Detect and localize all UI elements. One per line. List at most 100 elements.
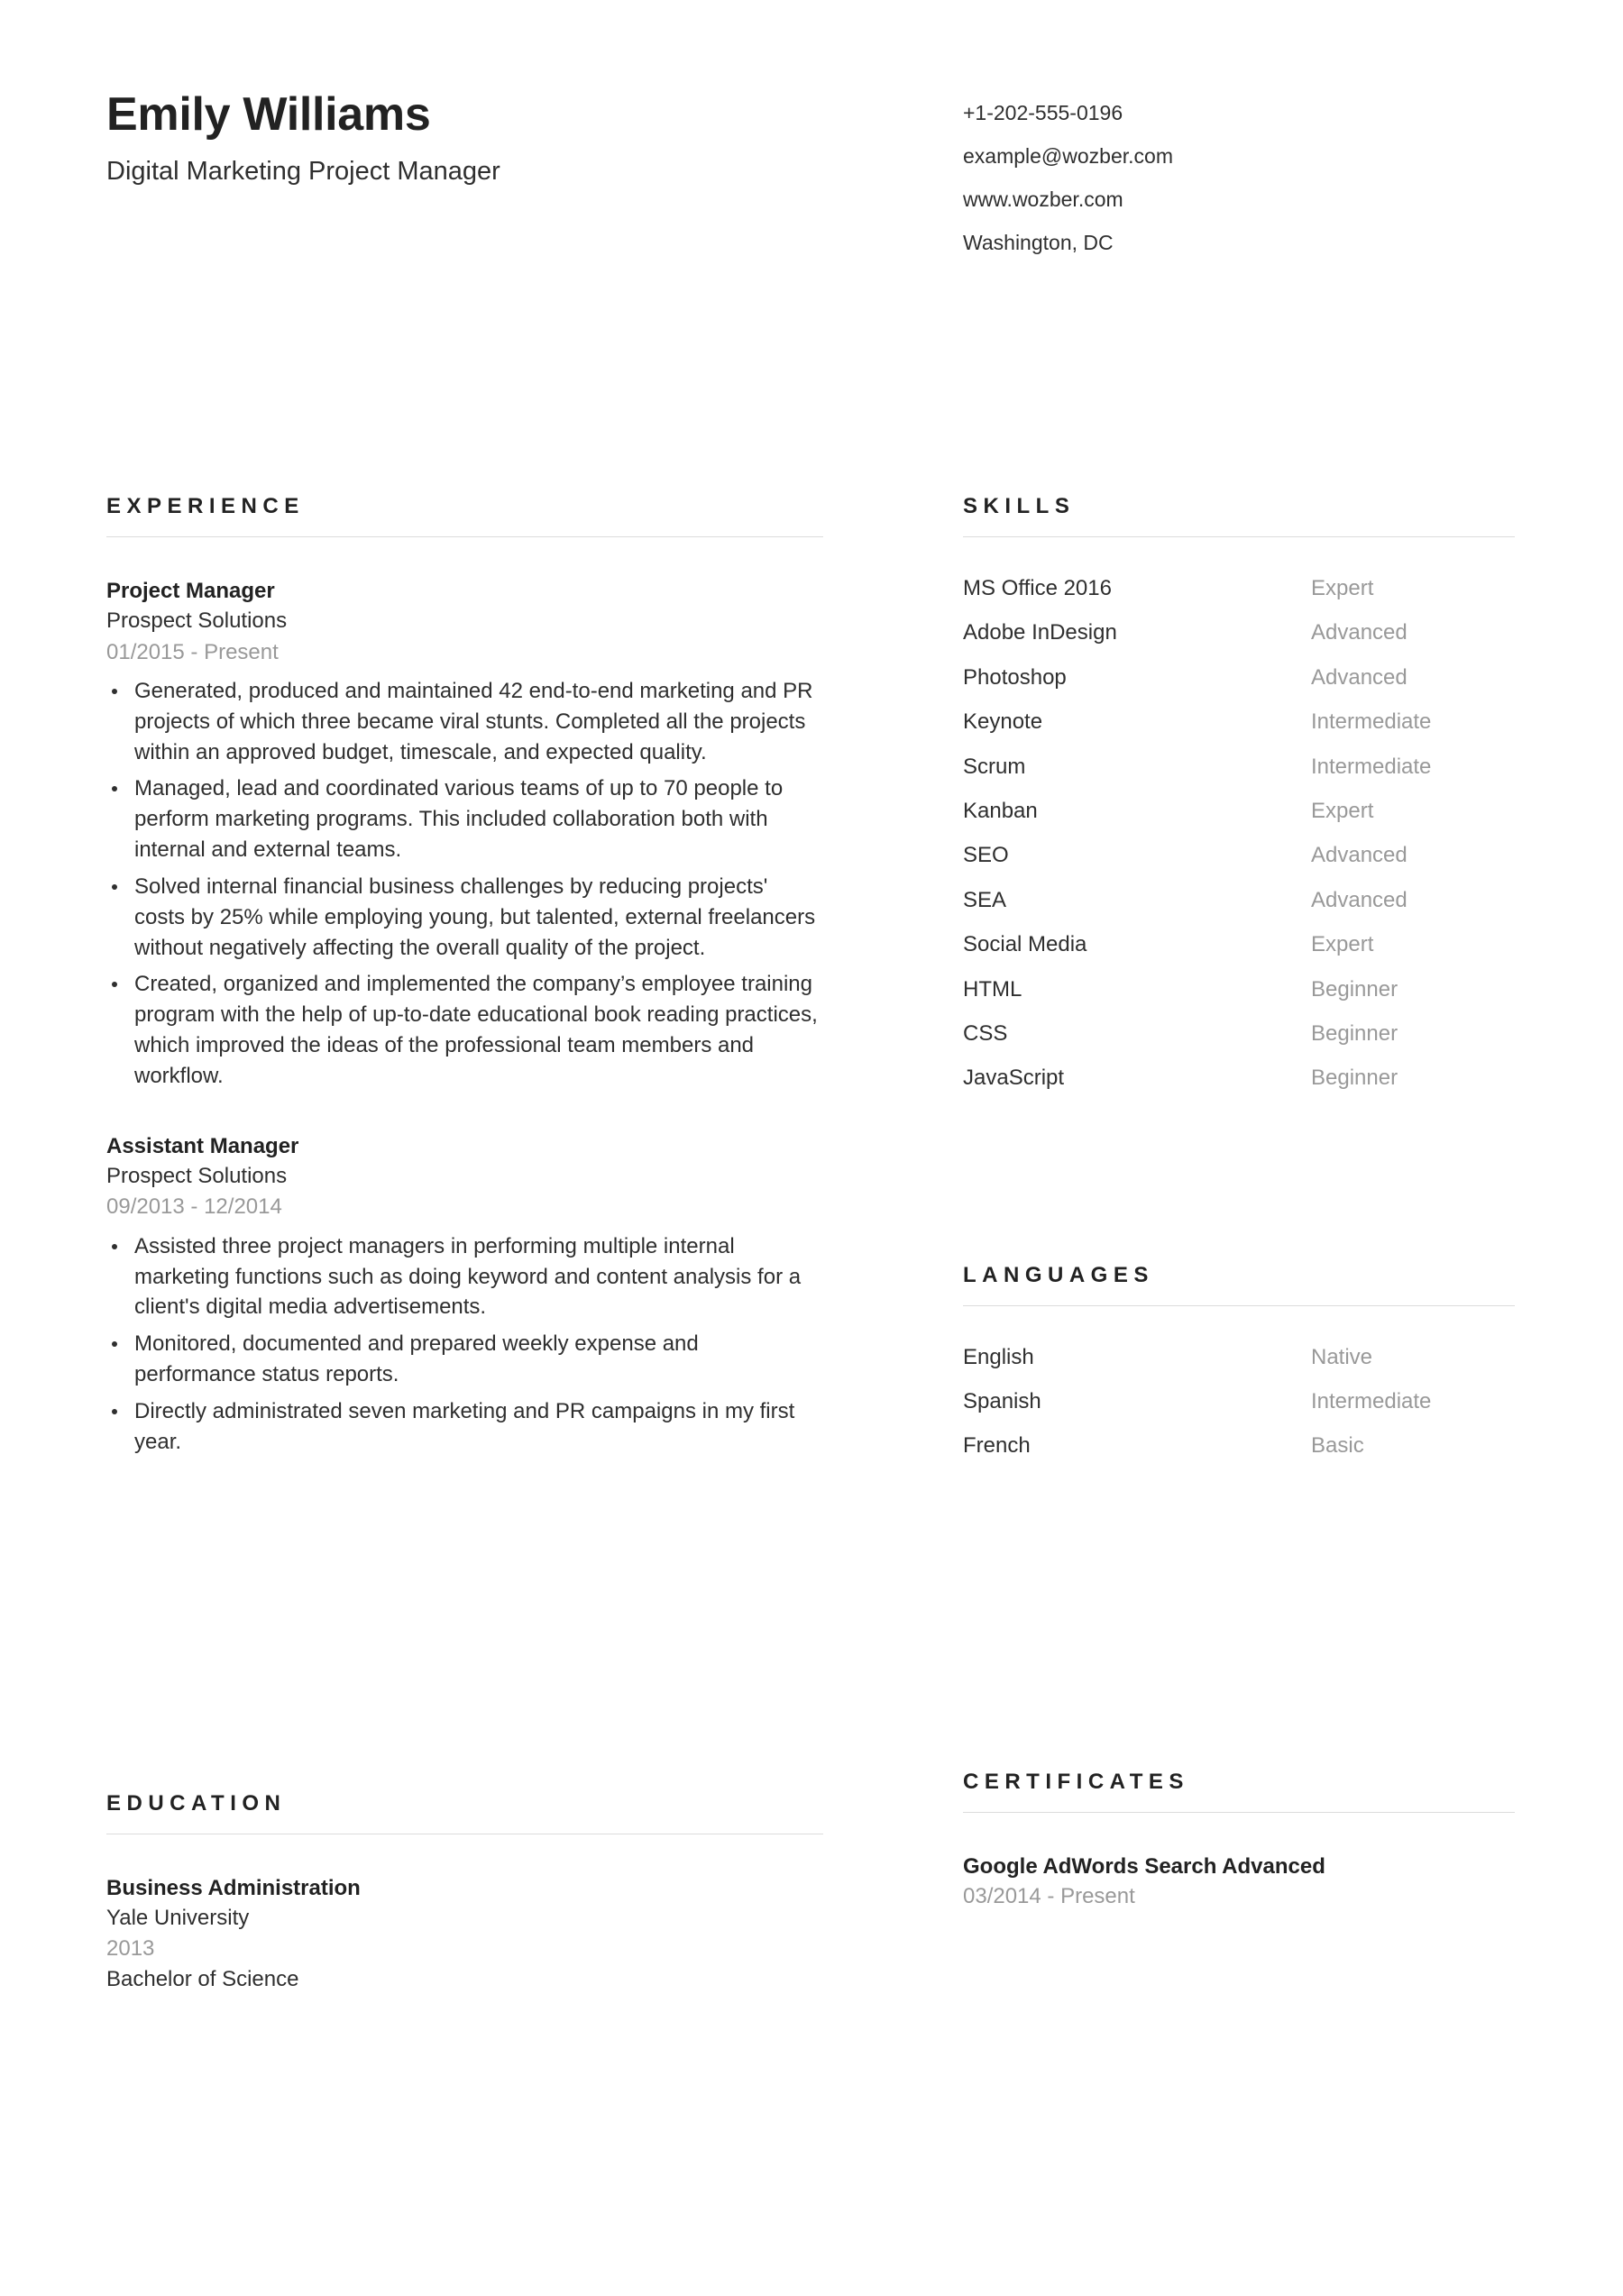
skills-list: MS Office 2016 Expert Adobe InDesign Adv… bbox=[963, 537, 1515, 1091]
experience-section: EXPERIENCE Project Manager Prospect Solu… bbox=[106, 496, 823, 1458]
skill-name: Photoshop bbox=[963, 664, 1067, 690]
skill-name: Keynote bbox=[963, 709, 1043, 735]
experience-bullet: Directly administrated seven marketing a… bbox=[106, 1396, 823, 1458]
experience-bullet: Solved internal financial business chall… bbox=[106, 872, 823, 963]
experience-bullet: Assisted three project managers in perfo… bbox=[106, 1231, 823, 1322]
certificates-list: Google AdWords Search Advanced 03/2014 -… bbox=[963, 1813, 1515, 1912]
languages-section-title: LANGUAGES bbox=[963, 1262, 1154, 1287]
experience-entry: Project Manager Prospect Solutions 01/20… bbox=[106, 577, 823, 1092]
identity-block: Emily Williams Digital Marketing Project… bbox=[106, 88, 963, 188]
skill-row: Photoshop Advanced bbox=[963, 664, 1515, 690]
experience-section-title: EXPERIENCE bbox=[106, 494, 305, 518]
skill-row: SEO Advanced bbox=[963, 843, 1515, 868]
education-entries: Business Administration Yale University … bbox=[106, 1834, 823, 1995]
experience-bullet: Managed, lead and coordinated various te… bbox=[106, 773, 823, 864]
skill-name: Kanban bbox=[963, 798, 1038, 823]
skill-name: Adobe InDesign bbox=[963, 620, 1117, 645]
skill-level: Beginner bbox=[1311, 1066, 1398, 1091]
education-entry: Business Administration Yale University … bbox=[106, 1874, 823, 1995]
contact-website: www.wozber.com bbox=[963, 188, 1123, 211]
skill-row: SEA Advanced bbox=[963, 887, 1515, 912]
experience-bullet: Monitored, documented and prepared weekl… bbox=[106, 1329, 823, 1390]
skill-name: MS Office 2016 bbox=[963, 576, 1112, 600]
language-name: French bbox=[963, 1433, 1031, 1459]
experience-role: Project Manager bbox=[106, 579, 275, 603]
language-level: Intermediate bbox=[1311, 1389, 1432, 1414]
education-year: 2013 bbox=[106, 1936, 155, 1962]
language-row: French Basic bbox=[963, 1433, 1515, 1459]
experience-organization: Prospect Solutions bbox=[106, 608, 288, 634]
skills-section-title: SKILLS bbox=[963, 494, 1076, 518]
education-award: Bachelor of Science bbox=[106, 1967, 299, 1992]
skill-row: JavaScript Beginner bbox=[963, 1066, 1515, 1090]
experience-bullet-list: Assisted three project managers in perfo… bbox=[106, 1231, 823, 1458]
resume-header: Emily Williams Digital Marketing Project… bbox=[0, 0, 1623, 253]
experience-entry: Assistant Manager Prospect Solutions 09/… bbox=[106, 1132, 823, 1458]
skill-level: Advanced bbox=[1311, 843, 1408, 868]
skill-level: Intermediate bbox=[1311, 709, 1432, 735]
skill-name: CSS bbox=[963, 1020, 1008, 1046]
language-row: English Native bbox=[963, 1344, 1515, 1369]
education-school: Yale University bbox=[106, 1905, 250, 1930]
certificates-section: CERTIFICATES Google AdWords Search Advan… bbox=[963, 1769, 1515, 1912]
candidate-job-title: Digital Marketing Project Manager bbox=[106, 157, 500, 187]
certificate-entry: Google AdWords Search Advanced 03/2014 -… bbox=[963, 1852, 1515, 1912]
languages-list: English Native Spanish Intermediate Fren… bbox=[963, 1306, 1515, 1459]
skill-row: Scrum Intermediate bbox=[963, 755, 1515, 779]
education-section-title: EDUCATION bbox=[106, 1790, 287, 1816]
content-columns: EXPERIENCE Project Manager Prospect Solu… bbox=[0, 496, 1623, 1995]
language-level: Basic bbox=[1311, 1433, 1364, 1459]
skill-name: JavaScript bbox=[963, 1066, 1065, 1091]
experience-entries: Project Manager Prospect Solutions 01/20… bbox=[106, 537, 823, 1458]
skill-level: Intermediate bbox=[1311, 754, 1432, 779]
skill-level: Advanced bbox=[1311, 887, 1408, 912]
language-name: Spanish bbox=[963, 1389, 1041, 1414]
right-column: SKILLS MS Office 2016 Expert Adobe InDes… bbox=[963, 496, 1515, 1911]
skill-level: Expert bbox=[1311, 932, 1374, 957]
contact-block: +1-202-555-0196 example@wozber.com www.w… bbox=[963, 88, 1515, 253]
skill-level: Expert bbox=[1311, 798, 1374, 823]
contact-phone: +1-202-555-0196 bbox=[963, 101, 1123, 124]
skill-level: Advanced bbox=[1311, 664, 1408, 690]
certificate-dates: 03/2014 - Present bbox=[963, 1884, 1135, 1909]
skill-row: Kanban Expert bbox=[963, 798, 1515, 823]
language-name: English bbox=[963, 1344, 1034, 1369]
experience-role: Assistant Manager bbox=[106, 1133, 299, 1158]
certificates-section-title: CERTIFICATES bbox=[963, 1769, 1189, 1794]
skill-level: Expert bbox=[1311, 576, 1374, 600]
left-column: EXPERIENCE Project Manager Prospect Solu… bbox=[106, 496, 823, 1995]
skill-level: Beginner bbox=[1311, 1020, 1398, 1046]
skill-level: Beginner bbox=[1311, 976, 1398, 1002]
skill-name: SEA bbox=[963, 887, 1007, 912]
skill-row: CSS Beginner bbox=[963, 1020, 1515, 1046]
skill-row: Keynote Intermediate bbox=[963, 709, 1515, 735]
experience-bullet: Generated, produced and maintained 42 en… bbox=[106, 676, 823, 767]
skill-row: Adobe InDesign Advanced bbox=[963, 620, 1515, 645]
contact-location: Washington, DC bbox=[963, 231, 1114, 254]
skill-name: Scrum bbox=[963, 754, 1026, 779]
left-column-spacer bbox=[106, 1458, 823, 1793]
skill-name: HTML bbox=[963, 976, 1022, 1002]
skill-level: Advanced bbox=[1311, 620, 1408, 645]
skill-row: MS Office 2016 Expert bbox=[963, 576, 1515, 600]
right-column-spacer-lower bbox=[963, 1459, 1515, 1771]
education-degree: Business Administration bbox=[106, 1875, 361, 1900]
experience-dates: 01/2015 - Present bbox=[106, 639, 279, 664]
resume-page: Emily Williams Digital Marketing Project… bbox=[0, 0, 1623, 2296]
skills-section: SKILLS MS Office 2016 Expert Adobe InDes… bbox=[963, 496, 1515, 1091]
education-section: EDUCATION Business Administration Yale U… bbox=[106, 1790, 823, 1995]
experience-organization: Prospect Solutions bbox=[106, 1163, 288, 1188]
skill-row: HTML Beginner bbox=[963, 976, 1515, 1002]
language-level: Native bbox=[1311, 1344, 1373, 1369]
experience-bullet: Created, organized and implemented the c… bbox=[106, 969, 823, 1091]
language-row: Spanish Intermediate bbox=[963, 1389, 1515, 1414]
experience-dates: 09/2013 - 12/2014 bbox=[106, 1194, 282, 1220]
skill-name: SEO bbox=[963, 843, 1009, 868]
contact-email: example@wozber.com bbox=[963, 144, 1173, 168]
skill-name: Social Media bbox=[963, 932, 1087, 957]
experience-bullet-list: Generated, produced and maintained 42 en… bbox=[106, 676, 823, 1092]
skill-row: Social Media Expert bbox=[963, 932, 1515, 957]
languages-section: LANGUAGES English Native Spanish Interme… bbox=[963, 1262, 1515, 1459]
right-column-spacer bbox=[963, 1091, 1515, 1265]
certificate-name: Google AdWords Search Advanced bbox=[963, 1853, 1325, 1879]
